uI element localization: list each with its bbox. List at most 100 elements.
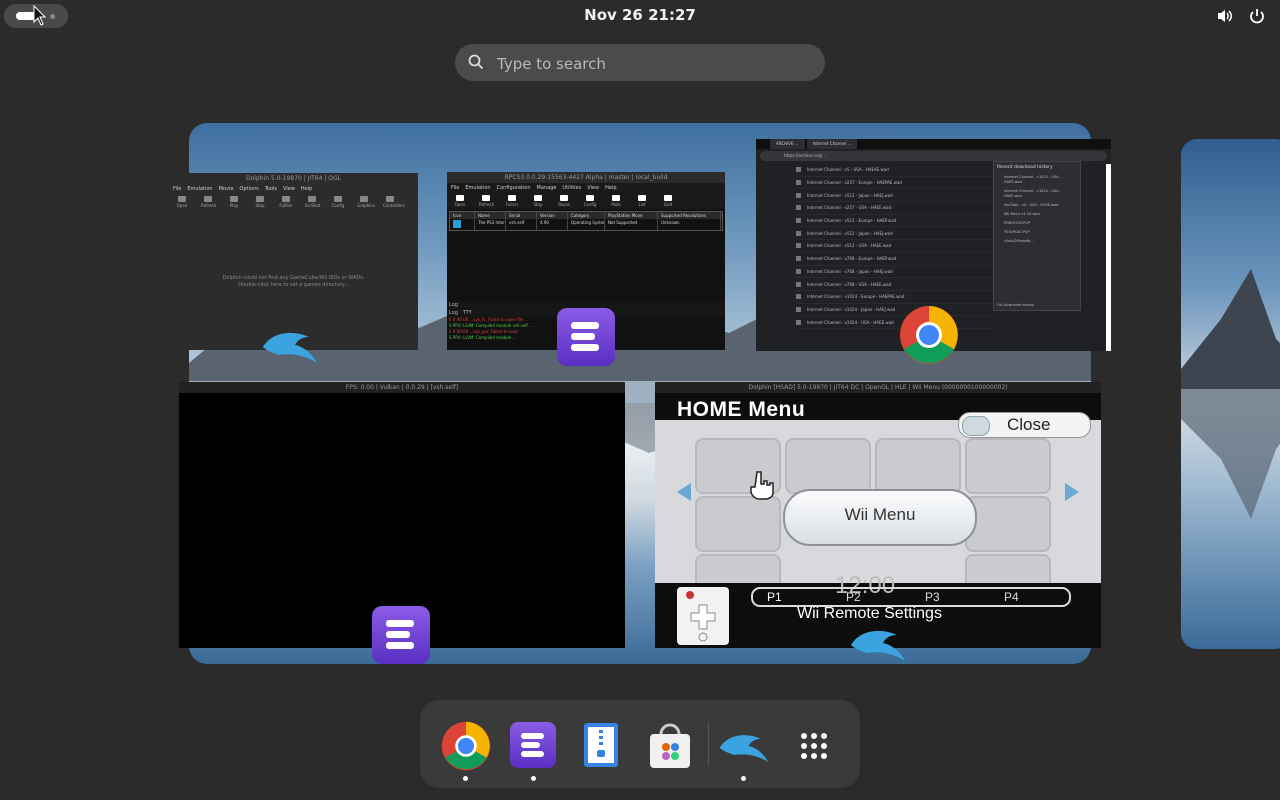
game-list[interactable]: Icon Name Serial Version Category PlaySt… bbox=[449, 211, 723, 231]
tool-button[interactable]: Pause bbox=[557, 195, 571, 207]
list-item[interactable]: Internet Channel - v768 - Europe - HAEP.… bbox=[796, 253, 996, 266]
list-item[interactable]: Internet Channel - v257 - USA - HAEE.wad bbox=[796, 202, 996, 215]
tool-button[interactable]: Stop bbox=[253, 196, 267, 208]
menu-item[interactable]: File bbox=[451, 185, 459, 191]
scrollbar[interactable] bbox=[1106, 164, 1111, 351]
chevron-right-icon[interactable] bbox=[1065, 483, 1079, 501]
browser-tab[interactable]: ARCHIVE ... bbox=[770, 139, 805, 149]
power-icon[interactable] bbox=[1248, 7, 1266, 25]
menu-item[interactable]: Help bbox=[301, 186, 312, 192]
list-item[interactable]: Internet Channel - v5 - USA - HAEAE.wad bbox=[796, 164, 996, 177]
dash-app-dolphin[interactable] bbox=[718, 720, 770, 781]
player-2: P2 bbox=[846, 590, 861, 604]
dash-separator bbox=[708, 722, 709, 766]
dash-app-software[interactable] bbox=[644, 720, 696, 772]
menu-item[interactable]: Manage bbox=[537, 185, 557, 191]
menu-item[interactable]: View bbox=[587, 185, 599, 191]
tool-button[interactable]: Controllers bbox=[383, 196, 405, 208]
download-item[interactable]: PDRUFCAT.PUP bbox=[994, 219, 1080, 228]
wii-remote-icon[interactable] bbox=[677, 587, 729, 645]
tool-button[interactable]: Open bbox=[453, 195, 467, 207]
chrome-icon bbox=[900, 306, 958, 364]
table-row[interactable]: The PS3 Interface ... vsh.self 4.90 Oper… bbox=[450, 219, 722, 230]
download-item[interactable]: YouTube - v5 - USA - HCRE.wad bbox=[994, 201, 1080, 210]
tool-button[interactable]: Refresh bbox=[479, 195, 494, 207]
rpcs3-icon bbox=[510, 722, 556, 768]
list-item[interactable]: Internet Channel - v768 - USA - HAEE.wad bbox=[796, 278, 996, 291]
player-4: P4 bbox=[1004, 590, 1019, 604]
download-item[interactable]: Wii Menu v4.3U.wad bbox=[994, 210, 1080, 219]
list-item[interactable]: Internet Channel - v512 - USA - HAEE.wad bbox=[796, 240, 996, 253]
tool-button[interactable]: Open bbox=[175, 196, 189, 208]
menu-item[interactable]: Options bbox=[239, 186, 258, 192]
tool-button[interactable]: Config bbox=[331, 196, 345, 208]
list-item[interactable]: Internet Channel - v768 - Japan - HAEJ.w… bbox=[796, 266, 996, 279]
rpcs3-icon bbox=[372, 606, 430, 664]
full-history-link[interactable]: Full download history bbox=[997, 303, 1034, 307]
empty-game-list[interactable]: Dolphin could not find any GameCube/Wii … bbox=[169, 275, 418, 289]
next-workspace-thumbnail[interactable] bbox=[1181, 139, 1280, 649]
menu-item[interactable]: Movie bbox=[219, 186, 234, 192]
list-item[interactable]: Internet Channel - v1024 - Europe - HAEP… bbox=[796, 291, 996, 304]
close-button[interactable]: Close bbox=[958, 412, 1091, 438]
volume-icon[interactable] bbox=[1216, 7, 1234, 25]
running-indicator bbox=[741, 776, 746, 781]
download-history-popup[interactable]: Recent download history Internet Channel… bbox=[993, 161, 1081, 311]
menu-bar: File Emulation Configuration Manage Util… bbox=[447, 183, 725, 193]
list-item[interactable]: Internet Channel - v512 - Japan - HAEJ.w… bbox=[796, 189, 996, 203]
download-item[interactable]: Internet Channel - v1024 - USA - HAEE.wa… bbox=[994, 187, 1080, 201]
dolphin-icon bbox=[851, 630, 905, 661]
menu-item[interactable]: Emulation bbox=[465, 185, 490, 191]
menu-item[interactable]: Help bbox=[605, 185, 616, 191]
tool-button[interactable]: Refresh bbox=[201, 196, 216, 208]
download-item[interactable]: Internet Channel - v1024 - USA - HAEE.wa… bbox=[994, 173, 1080, 187]
home-icon bbox=[962, 416, 990, 436]
wallpaper-peak bbox=[1181, 269, 1280, 519]
system-menu[interactable] bbox=[1216, 7, 1266, 25]
player-3: P3 bbox=[925, 590, 940, 604]
menu-item[interactable]: Emulation bbox=[187, 186, 212, 192]
list-item[interactable]: Internet Channel - v257 - Europe - HAEPA… bbox=[796, 177, 996, 190]
dash-app-text-editor[interactable] bbox=[576, 720, 628, 772]
list-item[interactable]: Internet Channel - v1024 - Japan - HAEJ.… bbox=[796, 304, 996, 317]
menu-item[interactable]: Utilities bbox=[562, 185, 581, 191]
browser-tab[interactable]: Internet Channel ... bbox=[806, 139, 858, 149]
menu-item[interactable]: Configuration bbox=[497, 185, 531, 191]
chrome-icon bbox=[441, 721, 491, 771]
tool-button[interactable]: Config bbox=[583, 195, 597, 207]
dolphin-game-window[interactable]: Dolphin [HSAD] 5.0-19870 | JIT64 DC | Op… bbox=[655, 382, 1101, 648]
tab-log[interactable]: Log bbox=[449, 310, 458, 316]
tool-button[interactable]: Fullscr bbox=[505, 195, 519, 207]
list-item[interactable]: Internet Channel - v1024 - USA - HAEE.wa… bbox=[796, 316, 996, 329]
tab-tty[interactable]: TTY bbox=[463, 310, 472, 316]
address-bar[interactable]: https://archive.org/... bbox=[760, 151, 1107, 161]
tool-button[interactable]: Pads bbox=[609, 195, 623, 207]
search-box[interactable] bbox=[455, 44, 825, 83]
show-apps-button[interactable] bbox=[788, 720, 840, 772]
game-list-header: Icon Name Serial Version Category PlaySt… bbox=[450, 212, 722, 219]
tool-button[interactable]: List bbox=[635, 195, 649, 207]
chevron-left-icon[interactable] bbox=[677, 483, 691, 501]
download-item[interactable]: PS3UPDAT.PUP bbox=[994, 228, 1080, 237]
window-title: RPCS3 0.0.29-15563-4427 Alpha | master |… bbox=[447, 172, 725, 183]
search-input[interactable] bbox=[495, 44, 809, 83]
download-item[interactable]: c0a4d2f0eeefb... bbox=[994, 237, 1080, 246]
dash-app-rpcs3[interactable] bbox=[508, 720, 560, 781]
tool-button[interactable]: FullScr bbox=[279, 196, 293, 208]
tool-button[interactable]: Graphics bbox=[357, 196, 375, 208]
menu-item[interactable]: File bbox=[173, 186, 181, 192]
file-list: Internet Channel - v5 - USA - HAEAE.wad … bbox=[796, 164, 996, 329]
list-item[interactable]: Internet Channel - v512 - Japan - HAEJ.w… bbox=[796, 227, 996, 241]
menu-bar: File Emulation Movie Options Tools View … bbox=[169, 184, 418, 194]
menu-item[interactable]: Tools bbox=[265, 186, 277, 192]
clock[interactable]: Nov 26 21:27 bbox=[0, 6, 1280, 24]
menu-item[interactable]: View bbox=[283, 186, 295, 192]
tool-button[interactable]: Grid bbox=[661, 195, 675, 207]
list-item[interactable]: Internet Channel - v512 - Europe - HAEP.… bbox=[796, 215, 996, 228]
tool-button[interactable]: Stop bbox=[531, 195, 545, 207]
wii-menu-button[interactable]: Wii Menu bbox=[783, 489, 977, 546]
tool-button[interactable]: ScrShot bbox=[305, 196, 320, 208]
home-menu-title: HOME Menu bbox=[677, 398, 806, 421]
dash-app-chrome[interactable] bbox=[440, 720, 492, 781]
tool-button[interactable]: Play bbox=[227, 196, 241, 208]
